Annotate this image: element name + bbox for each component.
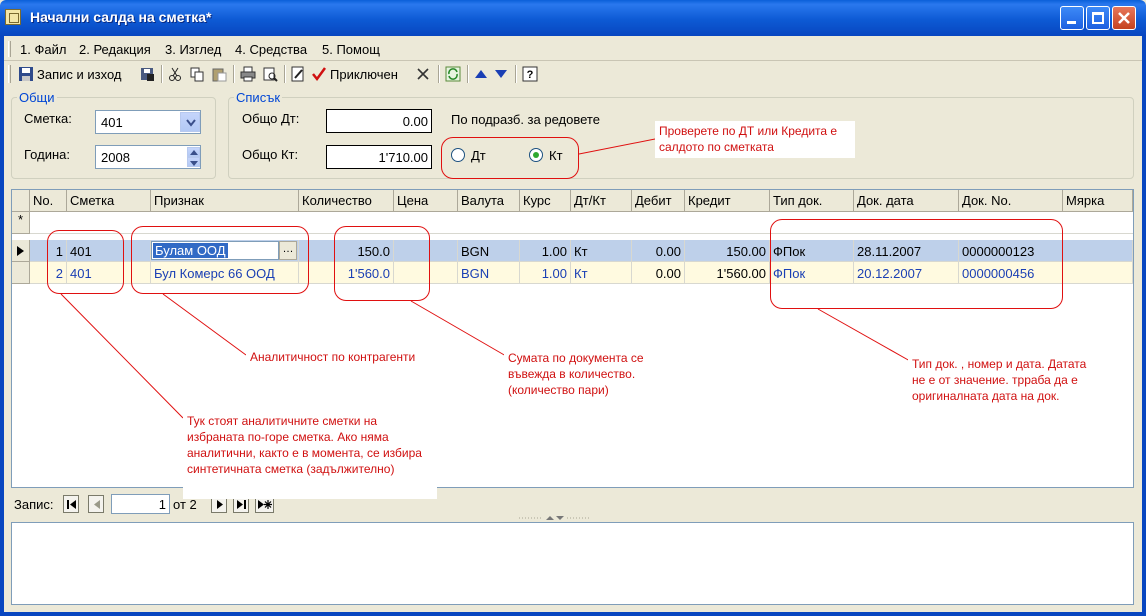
note-accounts: Тук стоят аналитичните сметки на избрана… bbox=[183, 411, 437, 499]
annotation-lines bbox=[60, 138, 911, 419]
note-sum: Сумата по документа се въвежда в количес… bbox=[504, 348, 670, 400]
note-check-balance: Проверете по ДТ или Кредита е салдото по… bbox=[655, 121, 855, 158]
note-doc: Тип док. , номер и дата. Датата не е от … bbox=[908, 354, 1098, 406]
note-analytic: Аналитичност по контрагенти bbox=[246, 347, 436, 369]
